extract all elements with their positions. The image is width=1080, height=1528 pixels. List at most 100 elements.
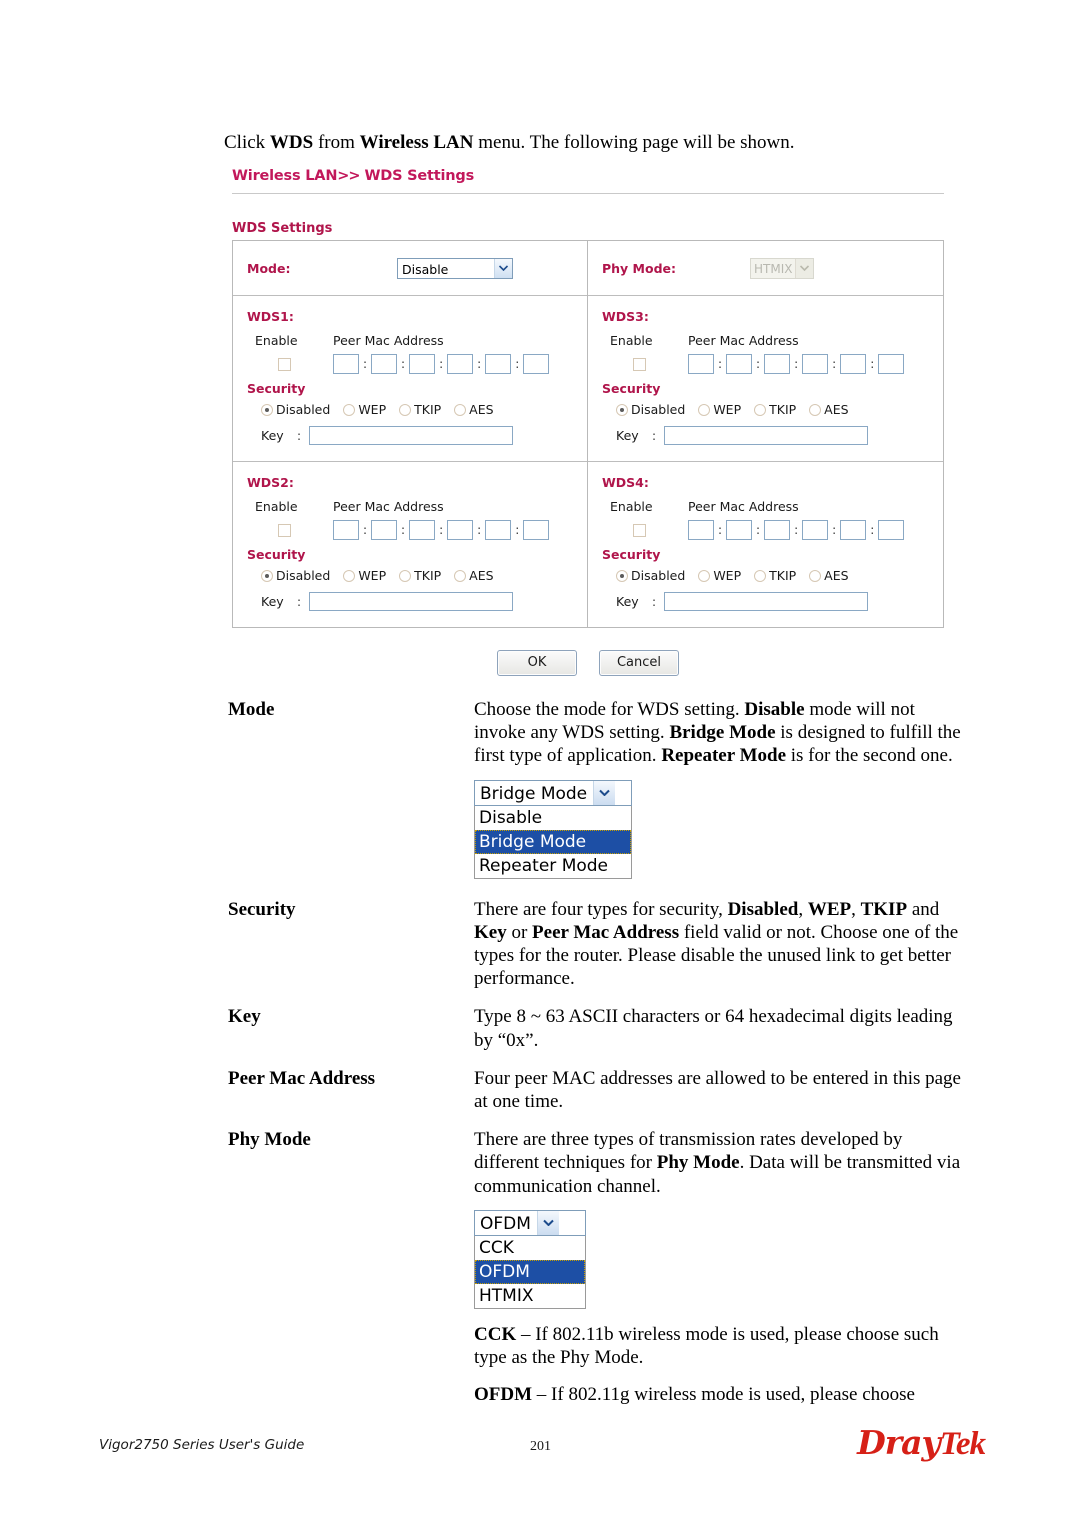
mode-select[interactable]: Disable [397,257,513,279]
wds1-security-label: Security [247,381,306,396]
panel-left-column: Mode: Disable WDS1: Enable Peer Mac Addr… [233,241,588,627]
definition-term-mode: Mode [228,699,275,720]
chevron-down-icon [536,1210,559,1235]
wds2-mac-octet-3[interactable] [409,520,436,540]
wds2-security-wep[interactable]: WEP [343,568,386,583]
wds2-mac-octet-6[interactable] [523,520,550,540]
definition-term-peer-mac-address: Peer Mac Address [228,1067,376,1089]
wds3-mac-octet-1[interactable] [688,354,714,374]
wds4-mac-octet-4[interactable] [802,520,829,540]
wds4-mac-octet-2[interactable] [726,520,753,540]
wds1-key-input[interactable] [309,426,513,445]
wds4-mac-octet-3[interactable] [764,520,791,540]
logo-dray: Dray [857,1423,941,1462]
wds3-mac-octet-5[interactable] [840,354,867,374]
phy-option-htmix[interactable]: HTMIX [475,1284,585,1308]
ok-button[interactable]: OK [497,650,577,676]
phy-option-ofdm[interactable]: OFDM [475,1259,585,1284]
chevron-down-icon [795,258,813,278]
wds4-enable-checkbox[interactable] [633,523,646,537]
wds3-mac-octet-3[interactable] [764,354,791,374]
breadcrumb-part-wireless-lan[interactable]: Wireless LAN [232,168,337,184]
wds1-mac-octet-1[interactable] [333,354,359,374]
radio-selected-icon [261,569,273,582]
wds2-mac-octet-2[interactable] [371,520,398,540]
wds1-mac-octet-2[interactable] [371,354,398,374]
wds3-column-headers: Enable Peer Mac Address [602,333,931,348]
wds4-security-wep[interactable]: WEP [698,568,741,583]
wds4-security-radio-group: Disabled WEP TKIP AES [602,568,931,583]
wds4-mac-octet-6[interactable] [878,520,905,540]
wds3-enable-checkbox[interactable] [633,357,646,371]
wds2-security-aes[interactable]: AES [454,568,494,583]
radio-selected-icon [616,569,628,582]
definition-row-phy-mode: Phy Mode There are three types of transm… [228,1128,968,1406]
enable-header: Enable [610,499,653,514]
phy-dropdown-options: CCK OFDM HTMIX [474,1235,586,1309]
wds3-mac-octet-6[interactable] [878,354,905,374]
mode-option-disable[interactable]: Disable [475,806,631,830]
router-web-ui-screenshot: Wireless LAN>> WDS Settings WDS Settings… [232,168,944,676]
radio-label: AES [824,568,849,583]
wds3-security-disabled[interactable]: Disabled [616,402,685,417]
wds4-security-tkip[interactable]: TKIP [754,568,796,583]
wds2-mac-octet-5[interactable] [485,520,512,540]
wds2-column-headers: Enable Peer Mac Address [247,499,575,514]
intro-paragraph: Click WDS from Wireless LAN menu. The fo… [224,130,795,156]
radio-label: Disabled [276,568,331,583]
wds2-mac-octet-1[interactable] [333,520,359,540]
wds4-security-disabled[interactable]: Disabled [616,568,685,583]
wds3-security-aes[interactable]: AES [809,402,849,417]
radio-label: TKIP [769,568,797,583]
phy-option-cck[interactable]: CCK [475,1236,585,1260]
wds3-mac-octet-4[interactable] [802,354,829,374]
wds4-mac-octet-1[interactable] [688,520,714,540]
wds1-security-disabled[interactable]: Disabled [261,402,330,417]
wds1-mac-octet-3[interactable] [409,354,436,374]
wds1-mac-octet-4[interactable] [447,354,474,374]
peer-mac-header: Peer Mac Address [688,499,799,514]
wds4-security-aes[interactable]: AES [809,568,849,583]
wds2-enable-checkbox[interactable] [278,523,291,537]
wds2-mac-octet-4[interactable] [447,520,474,540]
wds3-security-label: Security [602,381,661,396]
draytek-logo: DrayTek [857,1423,986,1463]
wds1-column-headers: Enable Peer Mac Address [247,333,575,348]
enable-header: Enable [255,333,298,348]
mac-colon-icon: : [756,523,761,537]
radio-label: TKIP [414,568,442,583]
wds1-security-tkip[interactable]: TKIP [399,402,441,417]
radio-label: WEP [358,568,387,583]
wds3-key-input[interactable] [664,426,868,445]
wds3-mac-octet-2[interactable] [726,354,753,374]
mode-dropdown-head[interactable]: Bridge Mode [474,779,632,806]
chevron-down-icon [593,780,616,805]
wds1-security-wep[interactable]: WEP [343,402,386,417]
wds1-key-row: Key : [247,426,575,445]
wds4-mac-octet-5[interactable] [840,520,867,540]
wds2-mac-row: : : : : : [247,520,575,540]
wds4-key-input[interactable] [664,592,868,611]
mode-option-repeater-mode[interactable]: Repeater Mode [475,854,631,878]
phy-dropdown-head[interactable]: OFDM [474,1209,586,1236]
mac-colon-icon: : [401,357,406,371]
key-colon-icon: : [652,428,657,443]
wds2-key-input[interactable] [309,592,513,611]
phy-mode-select-value: HTMIX [754,261,793,276]
wds1-mac-octet-6[interactable] [523,354,550,374]
wds1-enable-checkbox[interactable] [278,357,291,371]
wds3-security-tkip[interactable]: TKIP [754,402,796,417]
wds1-mac-octet-5[interactable] [485,354,512,374]
wds3-security-wep[interactable]: WEP [698,402,741,417]
wds2-security-disabled[interactable]: Disabled [261,568,330,583]
mode-option-bridge-mode[interactable]: Bridge Mode [475,829,631,854]
phy-mode-label: Phy Mode: [602,260,677,276]
wds1-security-aes[interactable]: AES [454,402,494,417]
cancel-button[interactable]: Cancel [599,650,679,676]
wds2-key-label: Key [261,594,284,609]
wds2-security-tkip[interactable]: TKIP [399,568,441,583]
footer-guide-title: Vigor2750 Series User's Guide [99,1437,305,1453]
intro-bold-wds: WDS [269,132,314,153]
radio-icon [343,403,356,416]
phy-note-cck: CCK – If 802.11b wireless mode is used, … [474,1323,939,1369]
